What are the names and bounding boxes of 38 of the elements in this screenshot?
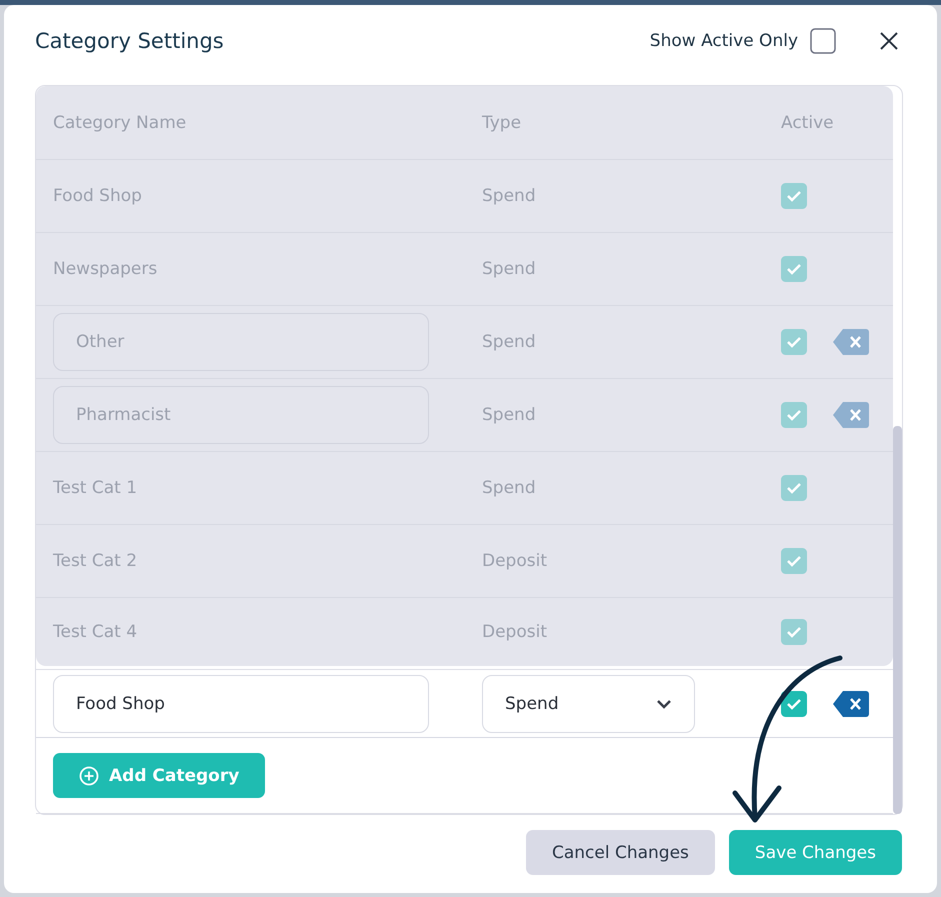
name-field[interactable]: Food Shop — [53, 674, 429, 732]
table-cell: Test Cat 1 — [53, 478, 138, 498]
plus-circle-icon — [79, 766, 99, 786]
name-field[interactable]: Other — [53, 313, 429, 371]
active-checkbox[interactable] — [781, 475, 807, 501]
name-field[interactable]: Pharmacist — [53, 386, 429, 444]
close-icon[interactable] — [880, 32, 898, 50]
column-header: Category Name — [53, 112, 188, 132]
active-checkbox[interactable] — [781, 183, 807, 209]
type-select[interactable]: Spend — [482, 674, 695, 732]
chevron-down-icon — [656, 698, 672, 708]
table-cell-text: Spend — [482, 259, 537, 279]
table-cell: Newspapers — [53, 259, 158, 279]
show-active-only-label: Show Active Only — [650, 31, 798, 51]
delete-icon[interactable] — [833, 690, 869, 716]
active-checkbox[interactable] — [781, 256, 807, 282]
scrollbar[interactable] — [893, 426, 902, 814]
table-cell-text: Deposit — [482, 551, 548, 571]
active-checkbox[interactable] — [781, 329, 807, 355]
table-cell-text: Spend — [482, 186, 537, 206]
footer-button[interactable]: Save Changes — [728, 830, 902, 875]
table-cell-text: Spend — [482, 405, 537, 425]
table-cell: Test Cat 4 — [53, 622, 138, 642]
footer-button[interactable]: Cancel Changes — [526, 830, 715, 875]
table-cell-text: Deposit — [482, 622, 548, 642]
table-cell: Food Shop — [53, 186, 142, 206]
table-cell-text: Spend — [482, 478, 537, 498]
table-cell: Test Cat 2 — [53, 551, 138, 571]
column-header: Type — [482, 112, 522, 132]
table-cell-text: Spend — [482, 332, 537, 352]
active-checkbox[interactable] — [781, 548, 807, 574]
show-active-only-checkbox[interactable] — [810, 28, 836, 54]
active-checkbox[interactable] — [781, 690, 807, 716]
active-checkbox[interactable] — [781, 619, 807, 645]
dialog-title: Category Settings — [35, 29, 224, 53]
active-checkbox[interactable] — [781, 402, 807, 428]
add-category-button[interactable]: Add Category — [53, 753, 266, 798]
column-header: Active — [781, 112, 833, 132]
